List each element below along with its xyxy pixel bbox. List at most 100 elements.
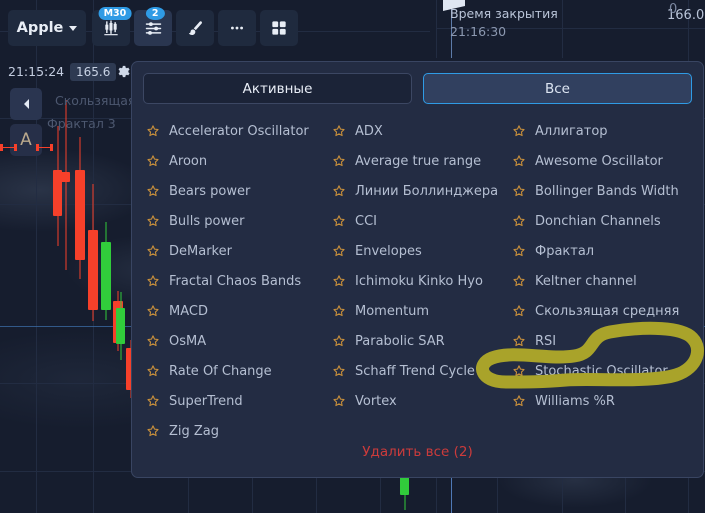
collapse-panel-button[interactable]	[10, 88, 42, 120]
modal-tabs: Активные Все	[132, 62, 703, 104]
indicator-item[interactable]: Momentum	[332, 296, 512, 326]
indicator-item-label: Fractal Chaos Bands	[169, 273, 302, 289]
indicator-label-fractal: Фрактал 3	[47, 116, 116, 131]
indicator-item[interactable]: Fractal Chaos Bands	[146, 266, 332, 296]
indicator-item[interactable]: Фрактал	[512, 236, 703, 266]
star-icon[interactable]	[332, 274, 346, 288]
indicator-item[interactable]: Average true range	[332, 146, 512, 176]
indicator-item[interactable]: Vortex	[332, 386, 512, 416]
indicator-item[interactable]: Bears power	[146, 176, 332, 206]
grid-line-v	[562, 0, 563, 58]
candle-bullish	[116, 292, 125, 360]
sliders-icon	[145, 21, 161, 35]
indicator-item-label: Awesome Oscillator	[535, 153, 663, 169]
ellipsis-icon	[231, 26, 243, 30]
star-icon[interactable]	[512, 214, 526, 228]
indicator-item-label: Фрактал	[535, 243, 595, 259]
star-icon[interactable]	[512, 364, 526, 378]
indicator-item-label: Accelerator Oscillator	[169, 123, 309, 139]
star-icon[interactable]	[146, 184, 160, 198]
gear-icon[interactable]	[115, 64, 130, 79]
text-annotation-button[interactable]: A	[10, 124, 42, 156]
indicator-item[interactable]: Donchian Channels	[512, 206, 703, 236]
star-icon[interactable]	[146, 124, 160, 138]
drawing-handle-left[interactable]	[0, 144, 17, 151]
indicator-item[interactable]: DeMarker	[146, 236, 332, 266]
indicators-button[interactable]: 2	[134, 7, 172, 46]
delete-all-button[interactable]: Удалить все (2)	[362, 444, 472, 460]
more-button[interactable]	[218, 10, 256, 46]
asset-name: Apple	[16, 20, 64, 36]
star-icon[interactable]	[512, 274, 526, 288]
indicator-item[interactable]: Williams %R	[512, 386, 703, 416]
indicator-item[interactable]: Awesome Oscillator	[512, 146, 703, 176]
indicator-item-label: Bears power	[169, 183, 251, 199]
indicator-item[interactable]: RSI	[512, 326, 703, 356]
star-icon[interactable]	[146, 394, 160, 408]
asset-selector-button[interactable]: Apple	[8, 10, 86, 46]
indicator-item-label: MACD	[169, 303, 208, 319]
tab-label: Все	[545, 80, 570, 97]
drawing-button[interactable]	[176, 10, 214, 46]
indicator-item[interactable]: OsMA	[146, 326, 332, 356]
tab-all-indicators[interactable]: Все	[423, 73, 692, 104]
indicator-item-label: Ichimoku Kinko Hyo	[355, 273, 483, 289]
candle-bullish	[101, 222, 111, 320]
indicator-item[interactable]: Ichimoku Kinko Hyo	[332, 266, 512, 296]
indicator-item[interactable]: Bulls power	[146, 206, 332, 236]
indicator-item[interactable]: Schaff Trend Cycle	[332, 356, 512, 386]
indicator-item[interactable]: Aroon	[146, 146, 332, 176]
star-icon[interactable]	[332, 154, 346, 168]
indicator-item[interactable]: Accelerator Oscillator	[146, 116, 332, 146]
star-icon[interactable]	[512, 244, 526, 258]
star-icon[interactable]	[146, 154, 160, 168]
star-icon[interactable]	[332, 334, 346, 348]
indicator-item-label: Envelopes	[355, 243, 422, 259]
indicator-item[interactable]: Линии Боллинджера	[332, 176, 512, 206]
tab-active-indicators[interactable]: Активные	[143, 73, 412, 104]
indicator-item-label: Bulls power	[169, 213, 245, 229]
star-icon[interactable]	[332, 244, 346, 258]
indicator-item[interactable]: Скользящая средняя	[512, 296, 703, 326]
star-icon[interactable]	[146, 214, 160, 228]
star-icon[interactable]	[332, 124, 346, 138]
indicator-item[interactable]: Stochastic Oscillator	[512, 356, 703, 386]
indicator-item[interactable]: Bollinger Bands Width	[512, 176, 703, 206]
star-icon[interactable]	[512, 304, 526, 318]
indicator-item-label: Parabolic SAR	[355, 333, 445, 349]
indicator-item[interactable]: Keltner channel	[512, 266, 703, 296]
star-icon[interactable]	[332, 364, 346, 378]
star-icon[interactable]	[332, 184, 346, 198]
star-icon[interactable]	[512, 154, 526, 168]
indicator-item-label: Keltner channel	[535, 273, 637, 289]
star-icon[interactable]	[332, 394, 346, 408]
star-icon[interactable]	[146, 304, 160, 318]
star-icon[interactable]	[146, 244, 160, 258]
star-icon[interactable]	[146, 364, 160, 378]
candle-bearish	[75, 137, 85, 279]
drawing-handle-right[interactable]	[36, 144, 53, 151]
grid-line-v	[436, 0, 437, 58]
star-icon[interactable]	[332, 214, 346, 228]
indicator-item-label: Aroon	[169, 153, 208, 169]
indicator-item[interactable]: CCI	[332, 206, 512, 236]
chart-type-button[interactable]: M30	[92, 7, 132, 46]
star-icon[interactable]	[512, 184, 526, 198]
indicator-item[interactable]: ADX	[332, 116, 512, 146]
indicator-item[interactable]: Rate Of Change	[146, 356, 332, 386]
indicator-item-label: Momentum	[355, 303, 430, 319]
indicator-item[interactable]: Envelopes	[332, 236, 512, 266]
indicator-item[interactable]: Parabolic SAR	[332, 326, 512, 356]
star-icon[interactable]	[512, 334, 526, 348]
star-icon[interactable]	[146, 334, 160, 348]
star-icon[interactable]	[146, 424, 160, 438]
star-icon[interactable]	[146, 274, 160, 288]
tab-label: Активные	[242, 80, 313, 97]
indicator-item[interactable]: SuperTrend	[146, 386, 332, 416]
layout-button[interactable]	[260, 10, 298, 46]
indicator-item[interactable]: Аллигатор	[512, 116, 703, 146]
star-icon[interactable]	[512, 124, 526, 138]
star-icon[interactable]	[512, 394, 526, 408]
indicator-item[interactable]: MACD	[146, 296, 332, 326]
star-icon[interactable]	[332, 304, 346, 318]
